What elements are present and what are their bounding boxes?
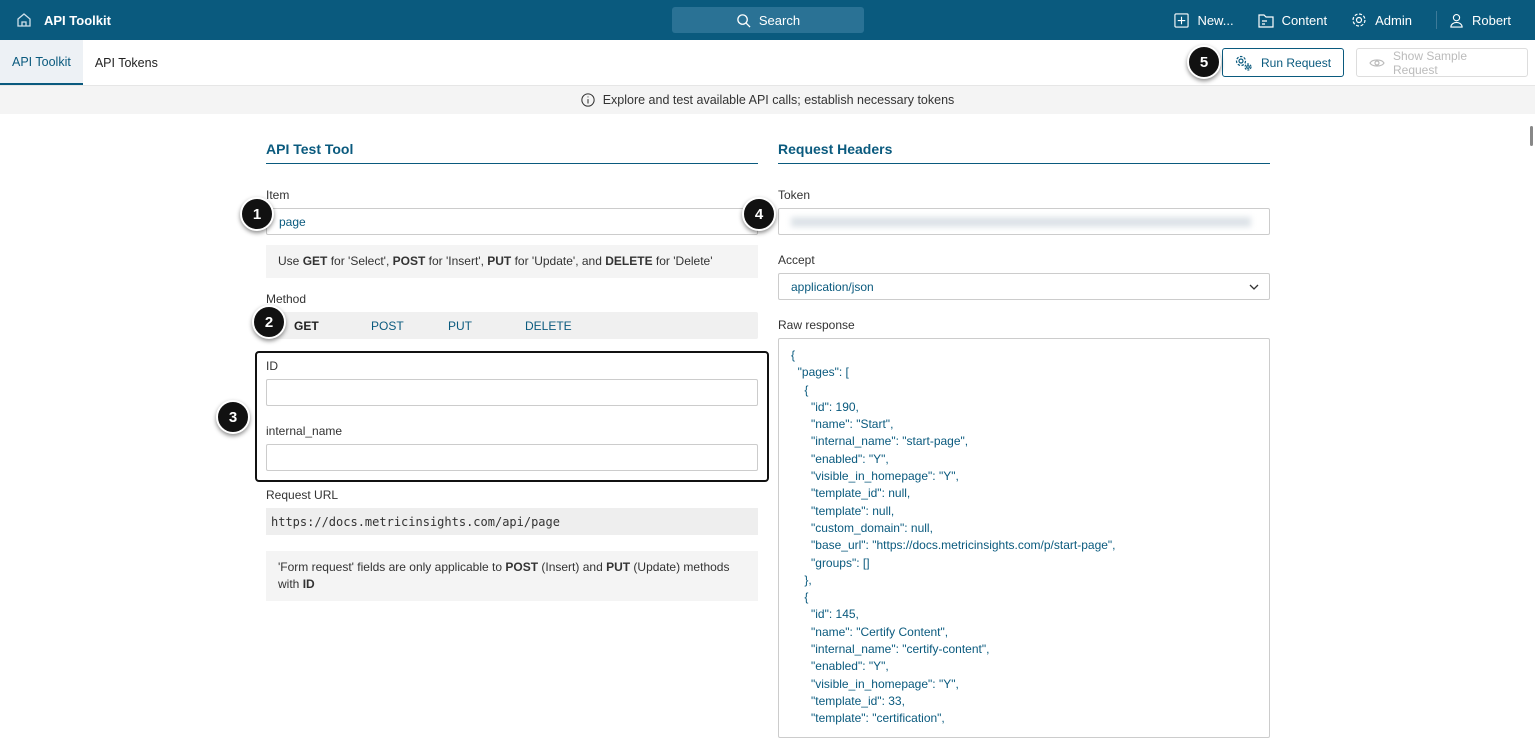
method-delete[interactable]: DELETE (525, 319, 602, 333)
request-url: https://docs.metricinsights.com/api/page (266, 508, 758, 535)
method-put[interactable]: PUT (448, 319, 525, 333)
item-input[interactable]: page (266, 208, 758, 235)
accept-label: Accept (778, 253, 815, 267)
internal-name-label: internal_name (266, 424, 343, 438)
request-url-label: Request URL (266, 488, 339, 502)
form-request-hint: 'Form request' fields are only applicabl… (266, 551, 758, 601)
divider (1435, 11, 1437, 29)
section-title: API Test Tool (266, 141, 758, 164)
accept-select[interactable]: application/json (778, 273, 1270, 300)
step-badge-2: 2 (252, 305, 286, 339)
method-post[interactable]: POST (371, 319, 448, 333)
folder-icon (1257, 13, 1274, 28)
home-link[interactable]: API Toolkit (16, 12, 111, 28)
internal-name-input[interactable] (266, 444, 758, 471)
parameters-group: ID internal_name (255, 351, 769, 482)
raw-response-label: Raw response (778, 318, 855, 332)
request-headers-panel: Request Headers Token Accept application… (778, 141, 1270, 738)
gear-icon (1352, 13, 1366, 27)
method-get[interactable]: GET (294, 319, 371, 333)
info-icon (581, 93, 595, 107)
content-menu[interactable]: Content (1257, 12, 1328, 28)
tab-api-tokens[interactable]: API Tokens (83, 40, 170, 85)
accept-value: application/json (791, 279, 874, 294)
tab-api-toolkit[interactable]: API Toolkit (0, 40, 83, 85)
api-test-tool-panel: API Test Tool Item page Use GET for 'Sel… (255, 141, 769, 601)
new-menu[interactable]: New... (1174, 12, 1234, 28)
new-label: New... (1197, 12, 1234, 28)
method-label: Method (266, 292, 307, 306)
eye-icon (1369, 58, 1385, 67)
user-icon (1450, 13, 1463, 28)
gears-icon (1235, 55, 1252, 71)
method-selector: GET POST PUT DELETE (266, 312, 758, 339)
step-badge-4: 4 (742, 197, 776, 231)
content-label: Content (1281, 12, 1328, 28)
run-request-label: Run Request (1261, 55, 1332, 70)
admin-menu[interactable]: Admin (1351, 12, 1412, 28)
app-title: API Toolkit (44, 12, 111, 28)
section-title: Request Headers (778, 141, 1270, 164)
home-icon (17, 13, 31, 27)
raw-response: { "pages": [ { "id": 190, "name": "Start… (778, 338, 1270, 738)
user-menu[interactable]: Robert (1449, 13, 1511, 28)
token-input[interactable] (778, 208, 1270, 235)
search-icon (737, 13, 751, 28)
scrollbar[interactable] (1530, 126, 1533, 146)
show-sample-label: Show Sample Request (1392, 48, 1468, 77)
run-request-button[interactable]: Run Request (1222, 48, 1345, 77)
admin-label: Admin (1375, 12, 1412, 28)
token-value-redacted (791, 216, 1251, 227)
show-sample-request-button[interactable]: Show Sample Request (1356, 48, 1528, 77)
top-bar: API Toolkit Search New... Content Admin … (0, 0, 1535, 40)
step-badge-3: 3 (216, 400, 250, 434)
method-hint: Use GET for 'Select', POST for 'Insert',… (266, 245, 758, 278)
item-label: Item (266, 188, 290, 202)
token-label: Token (778, 188, 811, 202)
user-name: Robert (1471, 12, 1511, 28)
plus-square-icon (1174, 12, 1190, 28)
tab-bar: API Toolkit API Tokens Run Request Show … (0, 40, 1535, 86)
id-label: ID (266, 359, 278, 373)
search-label: Search (758, 12, 801, 28)
search-button[interactable]: Search (672, 7, 864, 33)
id-input[interactable] (266, 379, 758, 406)
chevron-down-icon (1249, 284, 1259, 290)
step-badge-1: 1 (240, 197, 274, 231)
info-text: Explore and test available API calls; es… (602, 93, 955, 107)
step-badge-5: 5 (1187, 45, 1221, 79)
info-banner: Explore and test available API calls; es… (0, 86, 1535, 114)
